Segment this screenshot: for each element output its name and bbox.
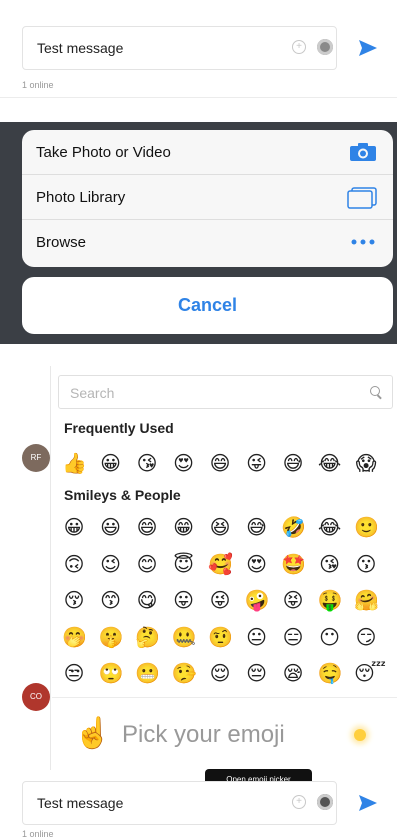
emoji-cell[interactable]: 🤔 [135, 626, 160, 650]
emoji-cell[interactable]: 🤗 [354, 589, 379, 613]
action-photo-library[interactable]: Photo Library [22, 175, 393, 220]
skin-tone-selector[interactable] [354, 729, 366, 741]
emoji-cell[interactable]: 👍 [62, 452, 87, 476]
emoji-cell[interactable]: 😱 [354, 452, 378, 476]
message-composer-top[interactable]: Test message + [22, 26, 337, 70]
emoji-icon[interactable] [317, 794, 333, 810]
action-sheet: Take Photo or Video Photo Library Browse [22, 130, 393, 267]
emoji-cell[interactable]: 😆 [208, 516, 232, 540]
emoji-cell[interactable]: 😬 [135, 662, 160, 686]
emoji-cell[interactable]: 🙃 [62, 553, 86, 577]
emoji-cell[interactable]: 😄 [135, 516, 159, 540]
message-composer-bottom[interactable]: Test message + [22, 781, 337, 825]
emoji-cell[interactable]: 😝 [281, 589, 305, 613]
emoji-cell[interactable]: 🙂 [354, 516, 379, 540]
emoji-cell[interactable]: 😀 [62, 516, 86, 540]
emoji-cell[interactable]: 🥰 [208, 553, 233, 577]
divider [0, 97, 397, 98]
emoji-cell[interactable]: 😒 [62, 662, 86, 686]
emoji-cell[interactable]: 🤥 [172, 662, 197, 686]
action-browse[interactable]: Browse [22, 220, 393, 265]
emoji-icon[interactable] [317, 39, 333, 55]
emoji-cell[interactable]: 🤭 [62, 626, 87, 650]
emoji-search-field[interactable]: Search [58, 375, 393, 409]
emoji-cell[interactable]: 🤫 [99, 626, 124, 650]
cancel-button[interactable]: Cancel [22, 277, 393, 334]
emoji-cell[interactable]: 😊 [135, 553, 159, 577]
emoji-cell[interactable]: 😅 [281, 452, 305, 476]
message-input-text[interactable]: Test message [37, 795, 123, 811]
emoji-cell[interactable]: 😌 [208, 662, 232, 686]
emoji-cell[interactable]: 😁 [172, 516, 196, 540]
emoji-cell[interactable]: 😚 [62, 589, 86, 613]
smileys-grid: 😀 😃 😄 😁 😆 😅 🤣 😂 🙂 🙃 😉 😊 😇 🥰 😍 🤩 😘 😗 😚 😙 😋 😛 😜 🤪 😝 🤑 🤗 🤭 🤫 🤔 🤐 🤨 😐 😑 😶 😏 😒 🙄 😬 🤥… [62, 516, 392, 696]
emoji-cell[interactable]: 🙄 [99, 662, 124, 686]
emoji-cell[interactable]: 🤨 [208, 626, 233, 650]
emoji-cell[interactable]: 😛 [172, 589, 196, 613]
emoji-cell[interactable]: 🤣 [281, 516, 306, 540]
emoji-cell[interactable]: 😪 [281, 662, 305, 686]
emoji-cell[interactable]: 😍 [172, 452, 196, 476]
emoji-cell[interactable]: 😂 [318, 516, 342, 540]
online-count: 1 online [22, 80, 54, 90]
plus-circle-icon[interactable]: + [292, 795, 306, 809]
preview-text: Pick your emoji [122, 721, 285, 748]
message-input-text[interactable]: Test message [37, 40, 123, 56]
emoji-cell[interactable]: 😗 [354, 553, 378, 577]
action-label: Browse [36, 234, 87, 251]
emoji-cell[interactable]: 🤑 [318, 589, 343, 613]
send-arrow-icon[interactable] [357, 792, 379, 814]
emoji-cell[interactable]: 😏 [354, 626, 378, 650]
action-label: Take Photo or Video [36, 144, 171, 161]
cancel-label: Cancel [177, 295, 238, 315]
emoji-cell[interactable]: 😜 [245, 452, 269, 476]
emoji-cell[interactable]: 🤐 [172, 626, 197, 650]
emoji-cell[interactable]: 😶 [318, 626, 342, 650]
preview-emoji: ☝️ [74, 717, 112, 750]
emoji-preview-bar: ☝️ Pick your emoji [52, 697, 397, 771]
camera-icon [350, 143, 376, 161]
emoji-cell[interactable]: 😄 [208, 452, 232, 476]
frequently-used-grid: 👍 😀 😘 😍 😄 😜 😅 😂 😱 [62, 452, 392, 478]
send-arrow-icon[interactable] [357, 37, 379, 59]
emoji-cell[interactable]: 😘 [318, 553, 342, 577]
emoji-cell[interactable]: 😴 [354, 662, 386, 686]
emoji-cell[interactable]: 😐 [245, 626, 269, 650]
emoji-cell[interactable]: 😅 [245, 516, 269, 540]
emoji-cell[interactable]: 😇 [172, 553, 196, 577]
emoji-cell[interactable]: 😙 [99, 589, 123, 613]
emoji-cell[interactable]: 😀 [99, 452, 123, 476]
emoji-cell[interactable]: 🤪 [245, 589, 270, 613]
section-title-frequently-used: Frequently Used [64, 420, 174, 436]
avatar[interactable]: RF [22, 444, 50, 472]
search-icon [370, 386, 380, 396]
emoji-cell[interactable]: 😔 [245, 662, 269, 686]
action-take-photo[interactable]: Take Photo or Video [22, 130, 393, 175]
emoji-search-placeholder: Search [70, 385, 115, 401]
emoji-cell[interactable]: 😃 [99, 516, 123, 540]
avatar[interactable]: CO [22, 683, 50, 711]
emoji-cell[interactable]: 😍 [245, 553, 269, 577]
section-title-smileys: Smileys & People [64, 487, 181, 503]
emoji-cell[interactable]: 😜 [208, 589, 232, 613]
emoji-cell[interactable]: 😋 [135, 589, 159, 613]
emoji-cell[interactable]: 😘 [135, 452, 159, 476]
action-label: Photo Library [36, 189, 126, 206]
emoji-cell[interactable]: 😉 [99, 553, 123, 577]
ellipsis-icon [351, 239, 375, 245]
emoji-cell[interactable]: 😂 [318, 452, 342, 476]
emoji-cell[interactable]: 🤩 [281, 553, 306, 577]
photo-library-icon [347, 187, 377, 209]
emoji-cell[interactable]: 🤤 [318, 662, 343, 686]
emoji-cell[interactable]: 😑 [281, 626, 305, 650]
plus-circle-icon[interactable]: + [292, 40, 306, 54]
